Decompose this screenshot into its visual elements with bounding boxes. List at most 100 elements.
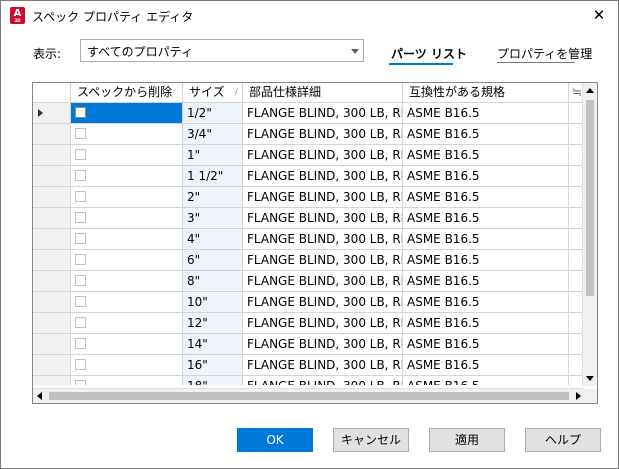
part-description-cell[interactable]: FLANGE BLIND, 300 LB, RF, ... xyxy=(243,355,403,375)
compatible-standard-cell[interactable]: ASME B16.5 xyxy=(403,334,569,354)
part-description-cell[interactable]: FLANGE BLIND, 300 LB, RF, ... xyxy=(243,334,403,354)
column-header-part-description[interactable]: 部品仕様詳細 xyxy=(243,83,403,102)
compatible-standard-cell[interactable]: ASME B16.5 xyxy=(403,313,569,333)
row-selector[interactable] xyxy=(33,208,71,228)
close-icon[interactable]: ✕ xyxy=(586,4,612,26)
size-cell[interactable]: 1/2" xyxy=(183,103,243,123)
cancel-button[interactable]: キャンセル xyxy=(333,428,409,452)
remove-from-spec-checkbox[interactable] xyxy=(75,128,86,139)
table-row[interactable]: 1/2"FLANGE BLIND, 300 LB, RF, ...ASME B1… xyxy=(33,103,585,124)
table-row[interactable]: 12"FLANGE BLIND, 300 LB, RF, ...ASME B16… xyxy=(33,313,585,334)
compatible-standard-cell[interactable]: ASME B16.5 xyxy=(403,376,569,385)
size-cell[interactable]: 14" xyxy=(183,334,243,354)
remove-from-spec-cell[interactable] xyxy=(71,250,183,270)
row-selector[interactable] xyxy=(33,229,71,249)
size-cell[interactable]: 12" xyxy=(183,313,243,333)
row-selector[interactable] xyxy=(33,103,71,123)
remove-from-spec-checkbox[interactable] xyxy=(75,233,86,244)
remove-from-spec-cell[interactable] xyxy=(71,334,183,354)
compatible-standard-cell[interactable]: ASME B16.5 xyxy=(403,355,569,375)
vertical-scroll-thumb[interactable] xyxy=(586,100,594,296)
size-cell[interactable]: 1" xyxy=(183,145,243,165)
table-row[interactable]: 14"FLANGE BLIND, 300 LB, RF, ...ASME B16… xyxy=(33,334,585,355)
remove-from-spec-checkbox[interactable] xyxy=(75,338,86,349)
size-cell[interactable]: 2" xyxy=(183,187,243,207)
size-cell[interactable]: 16" xyxy=(183,355,243,375)
scroll-left-arrow-icon[interactable] xyxy=(37,392,42,400)
size-cell[interactable]: 3" xyxy=(183,208,243,228)
remove-from-spec-cell[interactable] xyxy=(71,103,183,123)
column-header-size[interactable]: サイズ ∕ xyxy=(183,83,243,102)
remove-from-spec-cell[interactable] xyxy=(71,187,183,207)
remove-from-spec-cell[interactable] xyxy=(71,145,183,165)
row-selector[interactable] xyxy=(33,145,71,165)
remove-from-spec-checkbox[interactable] xyxy=(75,275,86,286)
remove-from-spec-cell[interactable] xyxy=(71,124,183,144)
table-row[interactable]: 1 1/2"FLANGE BLIND, 300 LB, RF, ...ASME … xyxy=(33,166,585,187)
remove-from-spec-checkbox[interactable] xyxy=(75,254,86,265)
remove-from-spec-cell[interactable] xyxy=(71,166,183,186)
compatible-standard-cell[interactable]: ASME B16.5 xyxy=(403,271,569,291)
column-header-compatible-standard[interactable]: 互換性がある規格 xyxy=(403,83,569,102)
remove-from-spec-cell[interactable] xyxy=(71,271,183,291)
size-cell[interactable]: 6" xyxy=(183,250,243,270)
part-description-cell[interactable]: FLANGE BLIND, 300 LB, RF, ... xyxy=(243,313,403,333)
remove-from-spec-cell[interactable] xyxy=(71,355,183,375)
compatible-standard-cell[interactable]: ASME B16.5 xyxy=(403,250,569,270)
table-row[interactable]: 16"FLANGE BLIND, 300 LB, RF, ...ASME B16… xyxy=(33,355,585,376)
table-row[interactable]: 8"FLANGE BLIND, 300 LB, RF, ...ASME B16.… xyxy=(33,271,585,292)
table-row[interactable]: 6"FLANGE BLIND, 300 LB, RF, ...ASME B16.… xyxy=(33,250,585,271)
table-row[interactable]: 18"FLANGE BLIND, 300 LB, RF, ...ASME B16… xyxy=(33,376,585,385)
compatible-standard-cell[interactable]: ASME B16.5 xyxy=(403,229,569,249)
row-selector[interactable] xyxy=(33,187,71,207)
scroll-down-arrow-icon[interactable] xyxy=(586,376,594,381)
remove-from-spec-checkbox[interactable] xyxy=(75,149,86,160)
compatible-standard-cell[interactable]: ASME B16.5 xyxy=(403,292,569,312)
size-cell[interactable]: 8" xyxy=(183,271,243,291)
row-selector[interactable] xyxy=(33,271,71,291)
compatible-standard-cell[interactable]: ASME B16.5 xyxy=(403,187,569,207)
remove-from-spec-cell[interactable] xyxy=(71,376,183,385)
row-selector[interactable] xyxy=(33,292,71,312)
help-button[interactable]: ヘルプ xyxy=(525,428,601,452)
row-selector[interactable] xyxy=(33,355,71,375)
remove-from-spec-checkbox[interactable] xyxy=(75,191,86,202)
part-description-cell[interactable]: FLANGE BLIND, 300 LB, RF, ... xyxy=(243,145,403,165)
part-description-cell[interactable]: FLANGE BLIND, 300 LB, RF, ... xyxy=(243,208,403,228)
compatible-standard-cell[interactable]: ASME B16.5 xyxy=(403,103,569,123)
row-selector[interactable] xyxy=(33,124,71,144)
part-description-cell[interactable]: FLANGE BLIND, 300 LB, RF, ... xyxy=(243,103,403,123)
remove-from-spec-checkbox[interactable] xyxy=(75,359,86,370)
table-row[interactable]: 10"FLANGE BLIND, 300 LB, RF, ...ASME B16… xyxy=(33,292,585,313)
property-filter-dropdown[interactable]: すべてのプロパティ xyxy=(80,39,364,62)
part-description-cell[interactable]: FLANGE BLIND, 300 LB, RF, ... xyxy=(243,292,403,312)
remove-from-spec-checkbox[interactable] xyxy=(75,212,86,223)
apply-button[interactable]: 適用 xyxy=(429,428,505,452)
table-row[interactable]: 3/4"FLANGE BLIND, 300 LB, RF, ...ASME B1… xyxy=(33,124,585,145)
part-description-cell[interactable]: FLANGE BLIND, 300 LB, RF, ... xyxy=(243,271,403,291)
part-description-cell[interactable]: FLANGE BLIND, 300 LB, RF, ... xyxy=(243,250,403,270)
compatible-standard-cell[interactable]: ASME B16.5 xyxy=(403,145,569,165)
ok-button[interactable]: OK xyxy=(237,428,313,452)
row-selector[interactable] xyxy=(33,313,71,333)
horizontal-scroll-thumb[interactable] xyxy=(49,392,569,400)
row-selector[interactable] xyxy=(33,376,71,385)
part-description-cell[interactable]: FLANGE BLIND, 300 LB, RF, ... xyxy=(243,376,403,385)
vertical-scrollbar[interactable] xyxy=(582,83,597,386)
table-row[interactable]: 1"FLANGE BLIND, 300 LB, RF, ...ASME B16.… xyxy=(33,145,585,166)
column-header-remove-from-spec[interactable]: スペックから削除 xyxy=(71,83,183,102)
row-selector[interactable] xyxy=(33,250,71,270)
part-description-cell[interactable]: FLANGE BLIND, 300 LB, RF, ... xyxy=(243,166,403,186)
part-description-cell[interactable]: FLANGE BLIND, 300 LB, RF, ... xyxy=(243,124,403,144)
size-cell[interactable]: 18" xyxy=(183,376,243,385)
row-selector[interactable] xyxy=(33,166,71,186)
remove-from-spec-cell[interactable] xyxy=(71,208,183,228)
remove-from-spec-checkbox[interactable] xyxy=(75,170,86,181)
compatible-standard-cell[interactable]: ASME B16.5 xyxy=(403,124,569,144)
size-cell[interactable]: 3/4" xyxy=(183,124,243,144)
compatible-standard-cell[interactable]: ASME B16.5 xyxy=(403,166,569,186)
compatible-standard-cell[interactable]: ASME B16.5 xyxy=(403,208,569,228)
table-row[interactable]: 3"FLANGE BLIND, 300 LB, RF, ...ASME B16.… xyxy=(33,208,585,229)
size-cell[interactable]: 1 1/2" xyxy=(183,166,243,186)
part-description-cell[interactable]: FLANGE BLIND, 300 LB, RF, ... xyxy=(243,187,403,207)
